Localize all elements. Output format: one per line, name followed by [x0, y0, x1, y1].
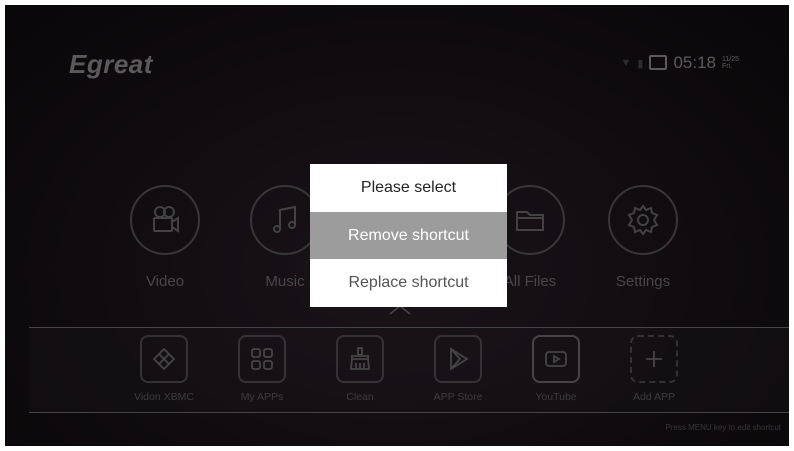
tv-screen: Egreat ▼ ▮ 05:18 11/25 Fri. Video Music	[5, 5, 789, 446]
replace-shortcut-option[interactable]: Replace shortcut	[310, 259, 507, 306]
remove-shortcut-option[interactable]: Remove shortcut	[310, 212, 507, 259]
please-select-dialog: Please select Remove shortcut Replace sh…	[310, 164, 507, 307]
dialog-title: Please select	[360, 179, 457, 196]
